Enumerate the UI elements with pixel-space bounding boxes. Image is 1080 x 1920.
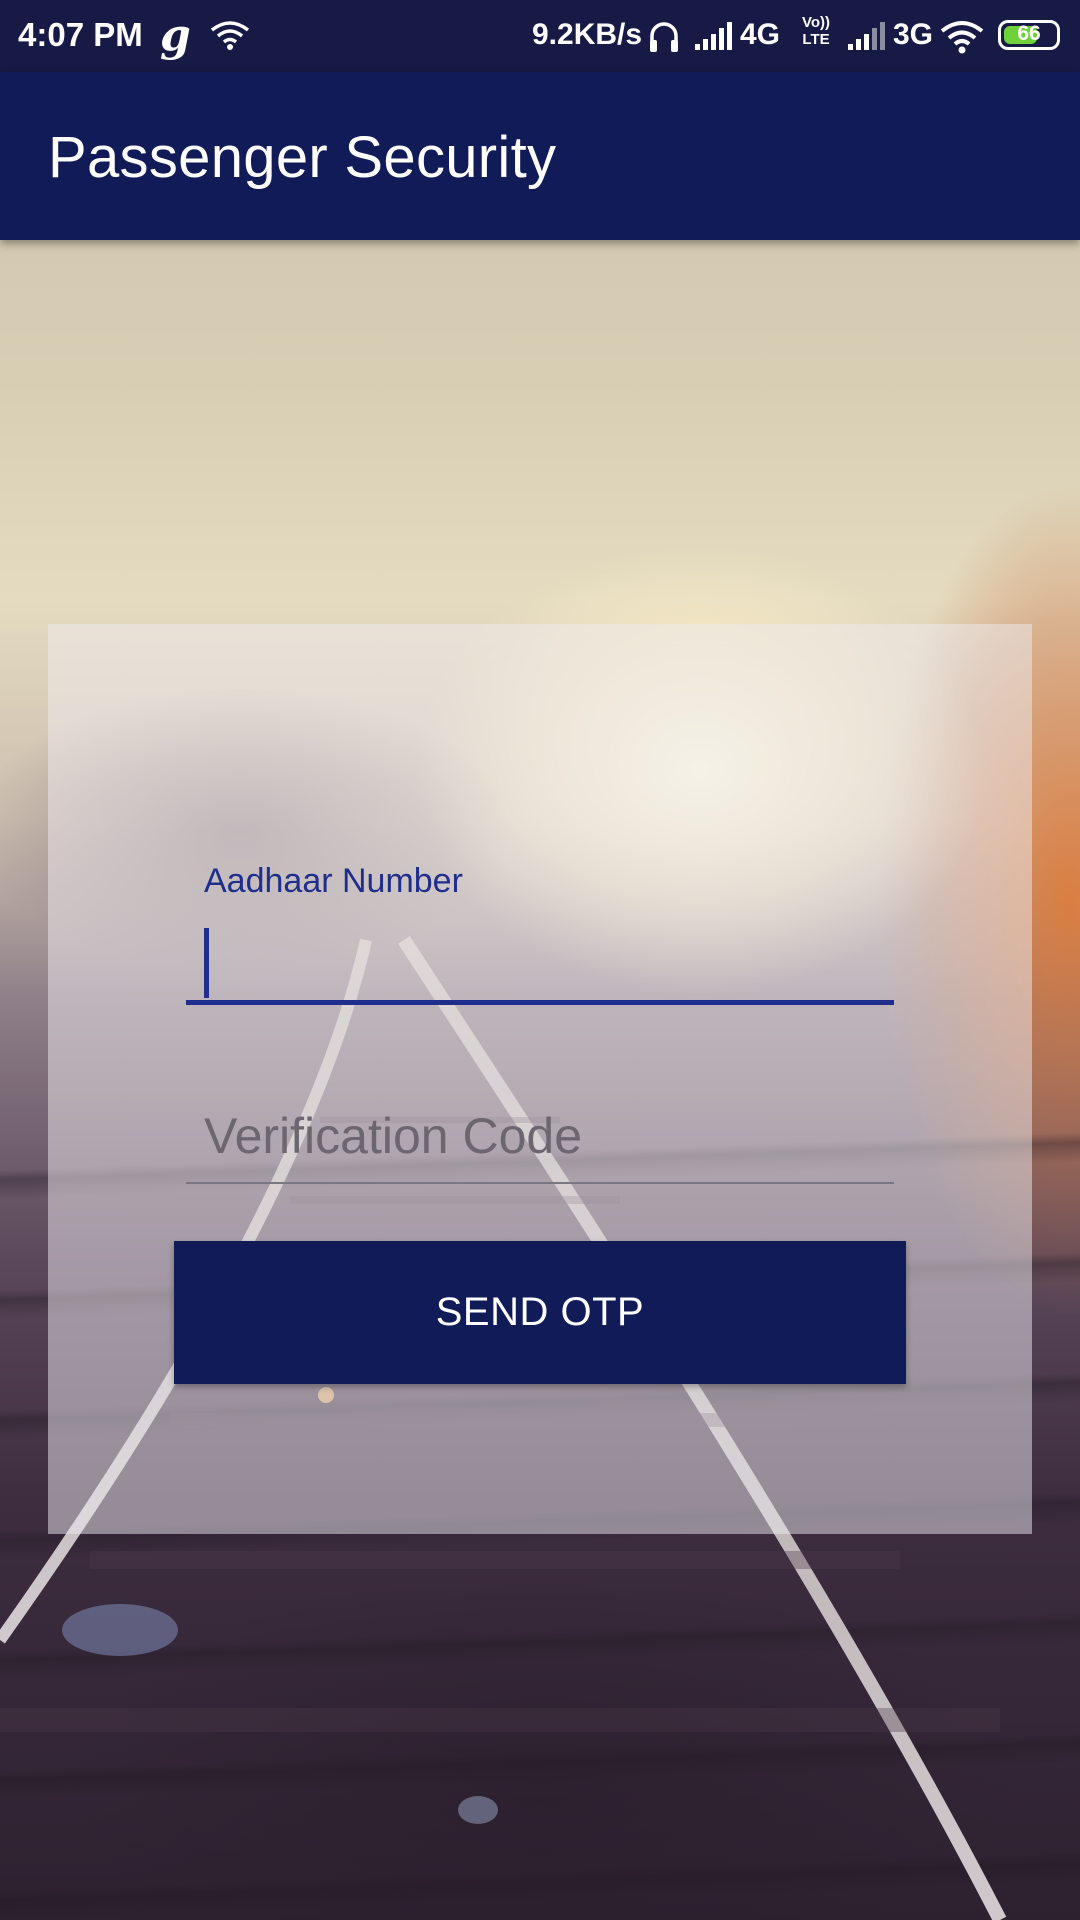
aadhaar-field[interactable] <box>186 920 894 1005</box>
volte-bottom-text: LTE <box>802 31 830 48</box>
app-notification-icon: g <box>160 10 191 61</box>
page-title: Passenger Security <box>48 125 557 190</box>
status-time: 4:07 PM <box>18 16 143 53</box>
volte-top-text: Vo)) <box>802 14 831 31</box>
app-bar: Passenger Security <box>0 72 1080 240</box>
text-cursor <box>204 928 209 998</box>
network-speed: 9.2KB/s <box>532 18 643 51</box>
verification-code-input[interactable] <box>186 1090 894 1182</box>
verification-code-field[interactable] <box>186 1090 894 1184</box>
sim2-network-type: 3G <box>893 18 934 51</box>
send-otp-button[interactable]: SEND OTP <box>174 1241 906 1384</box>
aadhaar-field-label: Aadhaar Number <box>204 862 463 900</box>
headphones-icon <box>650 22 678 52</box>
sim1-network-type: 4G <box>740 18 781 51</box>
volte-badge: Vo)) LTE <box>802 14 830 48</box>
status-bar: 4:07 PM g 9.2KB/s 4G Vo)) LTE 3G 66 <box>0 0 1080 72</box>
aadhaar-input[interactable] <box>186 920 894 1000</box>
wifi-icon <box>940 21 984 54</box>
otp-form-card: Aadhaar Number SEND OTP <box>48 624 1032 1534</box>
signal-icon <box>695 22 732 50</box>
battery-percentage: 66 <box>1017 22 1041 45</box>
signal-icon <box>848 22 885 50</box>
battery-icon: 66 <box>998 20 1060 50</box>
wifi-icon <box>210 21 250 50</box>
